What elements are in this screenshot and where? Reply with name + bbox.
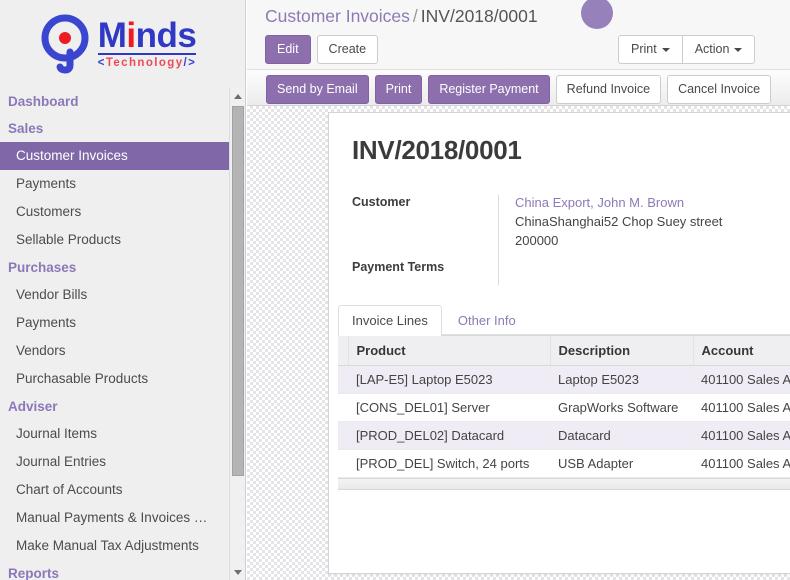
form-tabs: Invoice Lines Other Info <box>338 305 790 336</box>
customer-value: China Export, John M. Brown ChinaShangha… <box>515 193 745 250</box>
action-dropdown-button[interactable]: Action <box>681 35 756 64</box>
sidebar-item-sellable-products[interactable]: Sellable Products <box>0 226 229 254</box>
column-header-description[interactable]: Description <box>550 335 694 366</box>
print-dropdown-button[interactable]: Print <box>618 35 683 64</box>
sidebar: Minds <Technology/> Dashboard Sales Cust… <box>0 0 246 580</box>
action-label: Action <box>694 42 730 56</box>
column-header-product[interactable]: Product <box>348 335 551 366</box>
sidebar-item-journal-items[interactable]: Journal Items <box>0 420 229 448</box>
breadcrumb-current: INV/2018/0001 <box>420 6 538 26</box>
logo-wordmark: Minds <box>97 15 197 55</box>
cell-account: 401100 Sales A <box>693 421 790 450</box>
arrow-up-icon <box>234 93 242 99</box>
arrow-down-icon <box>234 569 242 575</box>
sidebar-item-journal-entries[interactable]: Journal Entries <box>0 448 229 476</box>
customer-address-line-1: ChinaShanghai52 Chop Suey street <box>515 214 723 229</box>
sidebar-item-customers[interactable]: Customers <box>0 198 229 226</box>
cell-account: 401100 Sales A <box>693 393 790 422</box>
register-payment-button[interactable]: Register Payment <box>428 75 550 104</box>
workflow-buttons: Send by Email Print Register Payment Ref… <box>266 75 772 104</box>
form-background: INV/2018/0001 Customer China Export, Joh… <box>247 106 790 580</box>
sidebar-item-make-manual-tax-adjustments[interactable]: Make Manual Tax Adjustments <box>0 532 229 560</box>
invoice-number-title: INV/2018/0001 <box>352 135 522 165</box>
table-header: Product Description Account <box>338 335 790 366</box>
cell-description: GrapWorks Software <box>550 393 693 422</box>
scroll-down-button[interactable] <box>230 564 245 580</box>
sidebar-navigation: Dashboard Sales Customer Invoices Paymen… <box>0 88 229 580</box>
customer-address-line-2: 200000 <box>515 233 559 248</box>
create-button[interactable]: Create <box>316 35 379 64</box>
payment-terms-label: Payment Terms <box>352 260 445 274</box>
print-label: Print <box>631 42 657 56</box>
tab-other-info[interactable]: Other Info <box>444 305 530 336</box>
scroll-up-button[interactable] <box>230 88 245 104</box>
row-handle <box>338 393 348 422</box>
cell-product: [PROD_DEL] Switch, 24 ports <box>348 449 550 478</box>
table-row[interactable]: [PROD_DEL] Switch, 24 ports USB Adapter … <box>338 449 790 478</box>
sidebar-item-customer-invoices[interactable]: Customer Invoices <box>0 142 229 170</box>
control-panel: Customer Invoices / INV/2018/0001 Edit Cre… <box>247 0 790 70</box>
refund-invoice-button[interactable]: Refund Invoice <box>555 75 662 104</box>
cell-description: Datacard <box>550 421 693 450</box>
cell-product: [LAP-E5] Laptop E5023 <box>348 365 550 394</box>
cell-description: USB Adapter <box>550 449 693 478</box>
sidebar-scrollbar[interactable] <box>229 88 245 580</box>
breadcrumb: Customer Invoices / INV/2018/0001 <box>265 6 538 27</box>
main-content-area: Customer Invoices / INV/2018/0001 Edit Cre… <box>247 0 790 580</box>
customer-label: Customer <box>352 195 411 209</box>
sidebar-item-purchase-payments[interactable]: Payments <box>0 309 229 337</box>
table-body: [LAP-E5] Laptop E5023 Laptop E5023 40110… <box>338 365 790 478</box>
row-handle <box>338 421 348 450</box>
row-handle <box>338 365 348 394</box>
workflow-statusbar: Send by Email Print Register Payment Ref… <box>247 70 790 106</box>
breadcrumb-parent-link[interactable]: Customer Invoices <box>265 6 410 26</box>
table-row[interactable]: [PROD_DEL02] Datacard Datacard 401100 Sa… <box>338 421 790 450</box>
qiminds-logo-icon <box>41 14 89 74</box>
invoice-lines-table: Product Description Account [LAP-E5] Lap… <box>338 335 790 478</box>
table-row[interactable]: [CONS_DEL01] Server GrapWorks Software 4… <box>338 393 790 422</box>
sidebar-group-adviser: Adviser <box>8 399 58 414</box>
dropdown-menus: Print Action <box>618 35 756 64</box>
cell-product: [PROD_DEL02] Datacard <box>348 421 550 450</box>
cancel-invoice-button[interactable]: Cancel Invoice <box>667 75 772 104</box>
record-action-buttons: Edit Create <box>265 35 379 64</box>
cell-account: 401100 Sales A <box>693 365 790 394</box>
chevron-down-icon <box>661 47 670 52</box>
field-group-divider <box>498 195 499 285</box>
sidebar-group-reports: Reports <box>8 566 60 580</box>
edit-button[interactable]: Edit <box>265 35 311 64</box>
application-window: Minds <Technology/> Dashboard Sales Cust… <box>0 0 790 580</box>
row-handle-header <box>338 335 349 366</box>
logo-tagline: <Technology/> <box>97 57 197 70</box>
send-by-email-button[interactable]: Send by Email <box>266 75 369 104</box>
app-logo[interactable]: Minds <Technology/> <box>0 0 236 88</box>
sidebar-item-chart-of-accounts[interactable]: Chart of Accounts <box>0 476 229 504</box>
sidebar-item-vendor-bills[interactable]: Vendor Bills <box>0 281 229 309</box>
table-footer-row <box>338 478 790 490</box>
column-header-account[interactable]: Account <box>693 335 790 366</box>
cell-product: [CONS_DEL01] Server <box>348 393 550 422</box>
sidebar-item-sales-payments[interactable]: Payments <box>0 170 229 198</box>
invoice-form-sheet: INV/2018/0001 Customer China Export, Joh… <box>328 112 790 574</box>
sidebar-group-sales: Sales <box>8 121 44 136</box>
logo-divider <box>97 53 197 56</box>
sidebar-item-manual-payments-invoices[interactable]: Manual Payments & Invoices … <box>0 504 229 532</box>
breadcrumb-separator: / <box>412 6 418 26</box>
sidebar-item-purchasable-products[interactable]: Purchasable Products <box>0 365 229 393</box>
table-header-row: Product Description Account <box>338 335 790 366</box>
scrollbar-thumb[interactable] <box>232 106 244 476</box>
table-row[interactable]: [LAP-E5] Laptop E5023 Laptop E5023 40110… <box>338 365 790 394</box>
row-handle <box>338 449 348 478</box>
customer-name-link[interactable]: China Export, John M. Brown <box>515 193 745 212</box>
chevron-down-icon <box>734 47 743 52</box>
cell-account: 401100 Sales A <box>693 449 790 478</box>
print-button[interactable]: Print <box>374 75 423 104</box>
cell-description: Laptop E5023 <box>550 365 693 394</box>
sidebar-group-purchases: Purchases <box>8 260 77 275</box>
sidebar-item-vendors[interactable]: Vendors <box>0 337 229 365</box>
tab-invoice-lines[interactable]: Invoice Lines <box>338 305 442 336</box>
sidebar-group-dashboard[interactable]: Dashboard <box>0 88 229 115</box>
